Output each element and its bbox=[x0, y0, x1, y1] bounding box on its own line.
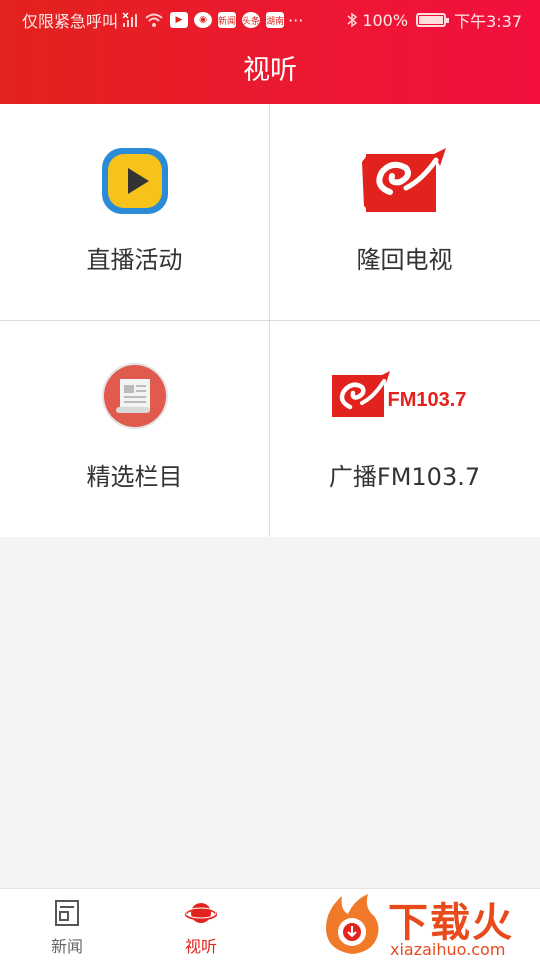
clock: 下午3:37 bbox=[454, 12, 522, 31]
battery-percent: 100% bbox=[362, 10, 409, 30]
grid-item-longhui-tv[interactable]: 隆回电视 bbox=[270, 104, 539, 320]
live-play-icon bbox=[100, 146, 170, 220]
watermark-logo: 下载火 xiazaihuo.com bbox=[318, 890, 540, 960]
nav-label: 视听 bbox=[184, 937, 217, 956]
app-header: 仅限紧急呼叫 ▶ ◉ 新闻 头条 湖南 ··· 100% 下午3:37 视听 bbox=[0, 0, 540, 104]
fm-radio-logo-icon: FM103.7 bbox=[330, 371, 480, 421]
flame-icon bbox=[326, 894, 379, 954]
carrier-text: 仅限紧急呼叫 bbox=[22, 12, 119, 31]
grid-divider-horizontal bbox=[0, 320, 540, 321]
grid-item-fm-radio[interactable]: FM103.7 广播FM103.7 bbox=[270, 321, 539, 537]
bluetooth-icon bbox=[346, 12, 358, 28]
toutiao-app-icon: 头条 bbox=[242, 12, 260, 28]
planet-icon bbox=[184, 899, 218, 931]
browser-app-icon: ◉ bbox=[194, 12, 213, 28]
grid-item-label: 直播活动 bbox=[86, 246, 183, 274]
news-icon bbox=[54, 899, 80, 931]
no-signal-icon bbox=[122, 12, 140, 28]
grid-item-featured-columns[interactable]: 精选栏目 bbox=[0, 321, 269, 537]
longhui-tv-logo-icon bbox=[360, 146, 450, 220]
scroll-document-icon bbox=[100, 361, 170, 435]
grid-item-label: 精选栏目 bbox=[86, 463, 183, 491]
news-app-icon: 新闻 bbox=[218, 12, 236, 28]
local-app-icon: 湖南 bbox=[266, 12, 284, 28]
status-bar: 仅限紧急呼叫 ▶ ◉ 新闻 头条 湖南 ··· 100% 下午3:37 bbox=[0, 0, 540, 36]
page-title: 视听 bbox=[243, 55, 297, 86]
watermark-url: xiazaihuo.com bbox=[390, 940, 506, 959]
grid-item-label: 隆回电视 bbox=[356, 246, 453, 274]
feature-grid: 直播活动 隆回电视 精选栏目 FM103.7 广播FM103.7 bbox=[0, 104, 540, 537]
grid-item-label: 广播FM103.7 bbox=[328, 463, 481, 491]
grid-item-live-activity[interactable]: 直播活动 bbox=[0, 104, 269, 320]
nav-label: 新闻 bbox=[50, 937, 83, 956]
battery-icon bbox=[416, 13, 450, 27]
video-app-icon: ▶ bbox=[170, 12, 189, 28]
status-right: 100% 下午3:37 bbox=[346, 8, 522, 32]
wifi-icon bbox=[144, 12, 164, 28]
more-notifications-icon: ··· bbox=[288, 10, 304, 30]
nav-item-news[interactable]: 新闻 bbox=[0, 889, 134, 960]
nav-item-media[interactable]: 视听 bbox=[134, 889, 268, 960]
fm-logo-text: FM103.7 bbox=[387, 389, 467, 411]
status-left: 仅限紧急呼叫 ▶ ◉ 新闻 头条 湖南 ··· bbox=[22, 8, 303, 32]
